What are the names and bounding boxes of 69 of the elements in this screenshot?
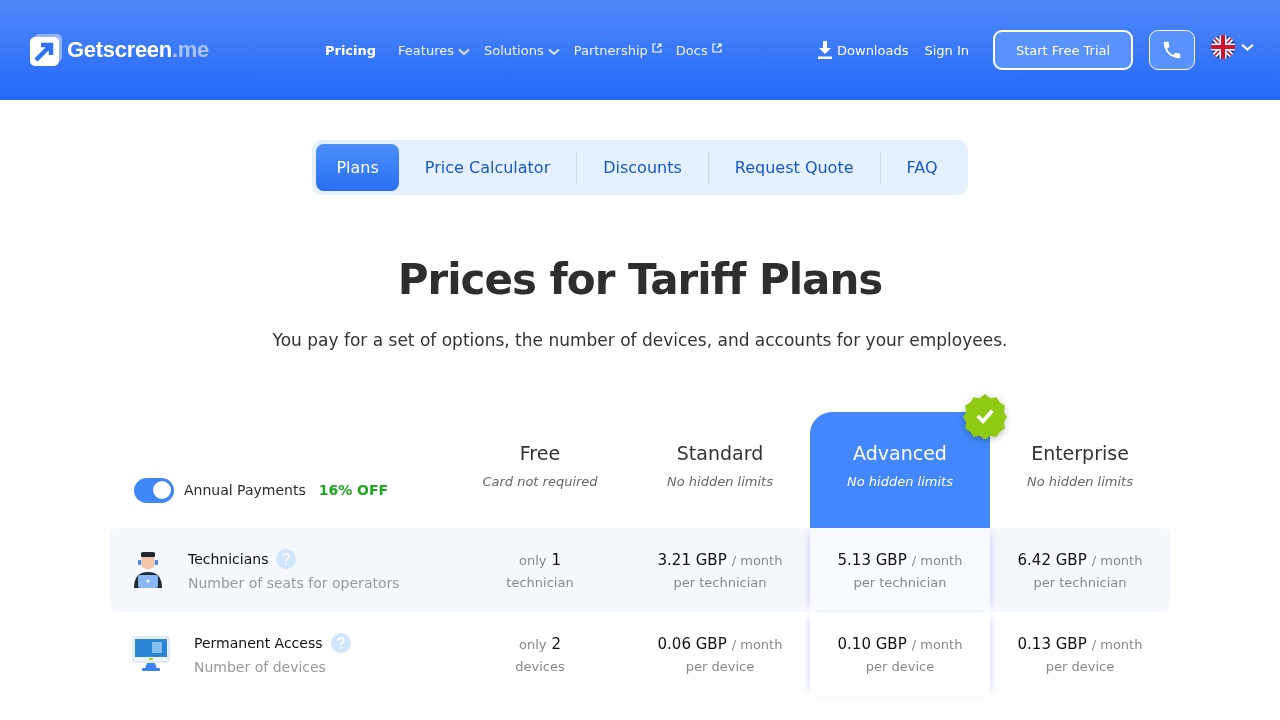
nav-link[interactable]: Docs xyxy=(675,42,722,58)
plan-name: Free xyxy=(519,442,561,464)
page-title: Prices for Tariff Plans xyxy=(397,255,883,304)
nav-link[interactable]: Features xyxy=(398,42,470,58)
price-amount: 0.06 GBP xyxy=(657,634,727,653)
price-per: per technician xyxy=(673,574,767,590)
price-unit: / month xyxy=(911,636,963,652)
check-badge-icon xyxy=(962,393,1008,439)
external-link-icon xyxy=(711,42,722,53)
chevron-down-icon xyxy=(1241,42,1254,52)
price-per: per device xyxy=(865,658,935,674)
toggle-label: Annual Payments xyxy=(184,482,306,498)
nav-link[interactable]: Solutions xyxy=(483,42,560,58)
price-unit: / month xyxy=(911,552,963,568)
price-amount: 6.42 GBP xyxy=(1017,550,1087,569)
feature-title: Permanent Access xyxy=(194,635,323,651)
plan-name: Enterprise xyxy=(1031,442,1129,464)
annual-payments-toggle[interactable] xyxy=(134,477,174,503)
phone-icon xyxy=(1161,39,1183,61)
plan-name: Standard xyxy=(676,442,764,464)
price-unit: / month xyxy=(731,636,783,652)
plan-name: Advanced xyxy=(853,442,947,464)
discount-label: 16% OFF xyxy=(318,482,389,498)
price-amount: 1 xyxy=(551,550,561,569)
chevron-down-icon xyxy=(547,47,560,56)
download-icon xyxy=(817,41,834,59)
nav-link[interactable]: Partnership xyxy=(573,42,662,58)
price-amount: 3.21 GBP xyxy=(657,550,727,569)
plan-note: No hidden limits xyxy=(667,474,773,489)
plan-note: No hidden limits xyxy=(1027,474,1133,489)
language-selector[interactable] xyxy=(1211,35,1254,59)
page-subtitle: You pay for a set of options, the number of devices, and accounts for your employees. xyxy=(272,330,1008,350)
external-link-icon xyxy=(651,42,662,53)
price-per: per technician xyxy=(853,574,947,590)
logo-text: Getscreen.me xyxy=(67,37,209,63)
technician-icon xyxy=(132,551,164,589)
tab[interactable]: Plans xyxy=(316,144,399,191)
price-per: technician xyxy=(506,574,574,590)
feature-description: Number of devices xyxy=(194,659,327,675)
price-per: per device xyxy=(1045,658,1115,674)
price-per: per technician xyxy=(1033,574,1127,590)
price-amount: 0.10 GBP xyxy=(837,634,907,653)
phone-button[interactable] xyxy=(1149,30,1195,70)
uk-flag-icon xyxy=(1211,35,1235,59)
price-unit: / month xyxy=(1091,552,1143,568)
price-prefix: only xyxy=(518,636,547,652)
tab[interactable]: Request Quote xyxy=(708,144,880,191)
price-prefix: only xyxy=(518,552,547,568)
start-free-trial-button[interactable]: Start Free Trial xyxy=(993,30,1133,70)
tab[interactable]: Discounts xyxy=(577,144,708,191)
price-unit: / month xyxy=(1091,636,1143,652)
downloads-link[interactable]: Downloads xyxy=(817,41,909,59)
sign-in-link[interactable]: Sign In xyxy=(924,42,969,58)
price-amount: 2 xyxy=(551,634,561,653)
tab[interactable]: Price Calculator xyxy=(398,144,577,191)
logo[interactable] xyxy=(30,34,62,66)
price-unit: / month xyxy=(731,552,783,568)
feature-title: Technicians xyxy=(188,551,269,567)
feature-description: Number of seats for operators xyxy=(188,575,400,591)
price-amount: 5.13 GBP xyxy=(837,550,907,569)
price-amount: 0.13 GBP xyxy=(1017,634,1087,653)
nav-link[interactable]: Pricing xyxy=(324,42,377,58)
chevron-down-icon xyxy=(457,47,470,56)
plan-note: Card not required xyxy=(482,474,598,489)
price-per: devices xyxy=(515,658,565,674)
monitor-icon xyxy=(132,636,170,672)
tab[interactable]: FAQ xyxy=(880,144,964,191)
price-per: per device xyxy=(685,658,755,674)
plan-note: No hidden limits xyxy=(847,474,953,489)
